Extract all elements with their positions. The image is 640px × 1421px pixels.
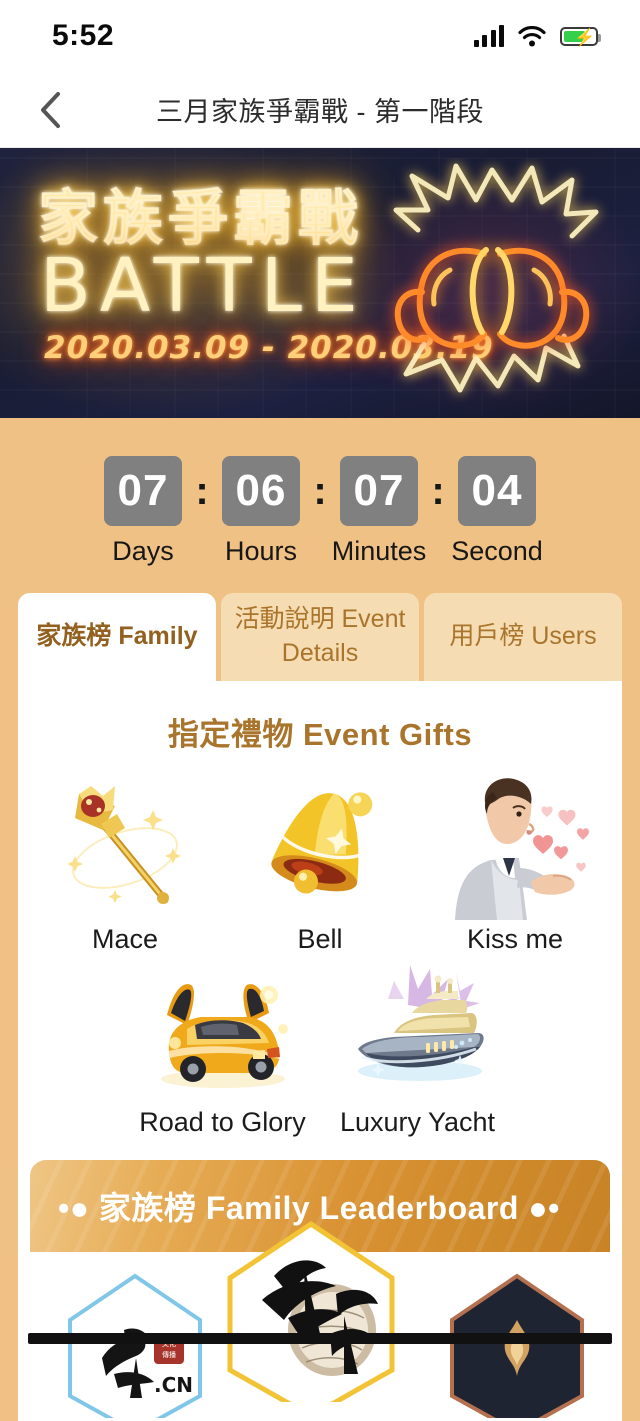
- golden-bell-icon: [240, 772, 400, 922]
- countdown-unit-hours: 06 Hours: [213, 456, 309, 567]
- countdown-value-seconds: 04: [458, 456, 536, 526]
- countdown-separator: :: [195, 469, 209, 513]
- leaderboard-podium: 文化 傳播 .CN: [18, 1220, 622, 1418]
- gift-item-mace[interactable]: Mace: [28, 772, 223, 955]
- countdown-label-hours: Hours: [224, 536, 298, 566]
- gift-item-luxury-yacht[interactable]: Luxury Yacht: [320, 955, 515, 1138]
- gift-row-secondary: Road to Glory Luxury Yacht: [18, 955, 622, 1138]
- golden-mace-scepter-icon: [45, 772, 205, 922]
- family-badge-gold-icon: [227, 1220, 395, 1402]
- svg-text:.CN: .CN: [154, 1373, 193, 1397]
- family-tab-panel: 指定禮物 Event Gifts Mace Bell Kiss me Road …: [18, 681, 622, 1421]
- gift-item-road-to-glory[interactable]: Road to Glory: [125, 955, 320, 1138]
- page-title: 三月家族爭霸戰 - 第一階段: [156, 97, 484, 127]
- wifi-icon: [518, 25, 546, 47]
- countdown-label-seconds: Second: [451, 536, 543, 566]
- man-blowing-kiss-icon: [435, 772, 595, 922]
- luxury-yacht-icon: [338, 955, 498, 1105]
- gift-label-kiss-me: Kiss me: [466, 924, 564, 954]
- svg-text:傳播: 傳播: [162, 1350, 176, 1359]
- chevron-left-icon: [41, 91, 60, 128]
- cellular-signal-icon: [473, 25, 504, 47]
- gift-item-kiss-me[interactable]: Kiss me: [418, 772, 613, 955]
- countdown-unit-days: 07 Days: [95, 456, 191, 567]
- countdown-separator: :: [313, 469, 327, 513]
- navigation-bar: 三月家族爭霸戰 - 第一階段: [0, 72, 640, 148]
- gift-row-primary: Mace Bell Kiss me: [18, 772, 622, 955]
- countdown-label-minutes: Minutes: [331, 536, 427, 566]
- countdown-label-days: Days: [112, 536, 174, 566]
- gift-label-bell: Bell: [297, 924, 343, 954]
- countdown-value-hours: 06: [222, 456, 300, 526]
- event-gifts-heading: 指定禮物 Event Gifts: [167, 717, 473, 752]
- countdown-value-minutes: 07: [340, 456, 418, 526]
- event-hero-banner: 家族爭霸戰 BATTLE 2020.03.09 - 2020.03.19: [0, 148, 640, 418]
- leaderboard-entry-rank-1[interactable]: [218, 1216, 404, 1402]
- countdown-unit-minutes: 07 Minutes: [331, 456, 427, 567]
- status-time: 5:52: [52, 19, 115, 52]
- battery-charging-icon: ⚡: [560, 26, 601, 47]
- gold-sports-car-icon: [143, 955, 303, 1105]
- neon-boxing-gloves-icon: [393, 163, 599, 393]
- tab-event-details[interactable]: 活動說明 Event Details: [221, 593, 419, 681]
- tab-users[interactable]: 用戶榜 Users: [424, 593, 622, 681]
- gift-label-road-to-glory: Road to Glory: [139, 1107, 306, 1137]
- tab-bar: 家族榜 Family 活動說明 Event Details 用戶榜 Users: [0, 593, 640, 681]
- countdown-separator: :: [431, 469, 445, 513]
- banner-headline-en: BATTLE: [40, 243, 367, 329]
- back-button[interactable]: [28, 88, 72, 132]
- tab-family[interactable]: 家族榜 Family: [18, 593, 216, 681]
- gift-label-mace: Mace: [91, 924, 159, 954]
- status-indicators: ⚡: [473, 25, 601, 47]
- status-bar: 5:52 ⚡: [0, 0, 640, 72]
- countdown-timer: 07 Days : 06 Hours : 07 Minutes : 04 Sec…: [0, 418, 640, 593]
- leaderboard-divider-bar: [28, 1333, 612, 1344]
- gift-item-bell[interactable]: Bell: [223, 772, 418, 955]
- gift-label-luxury-yacht: Luxury Yacht: [339, 1107, 496, 1137]
- countdown-unit-seconds: 04 Second: [449, 456, 545, 567]
- countdown-value-days: 07: [104, 456, 182, 526]
